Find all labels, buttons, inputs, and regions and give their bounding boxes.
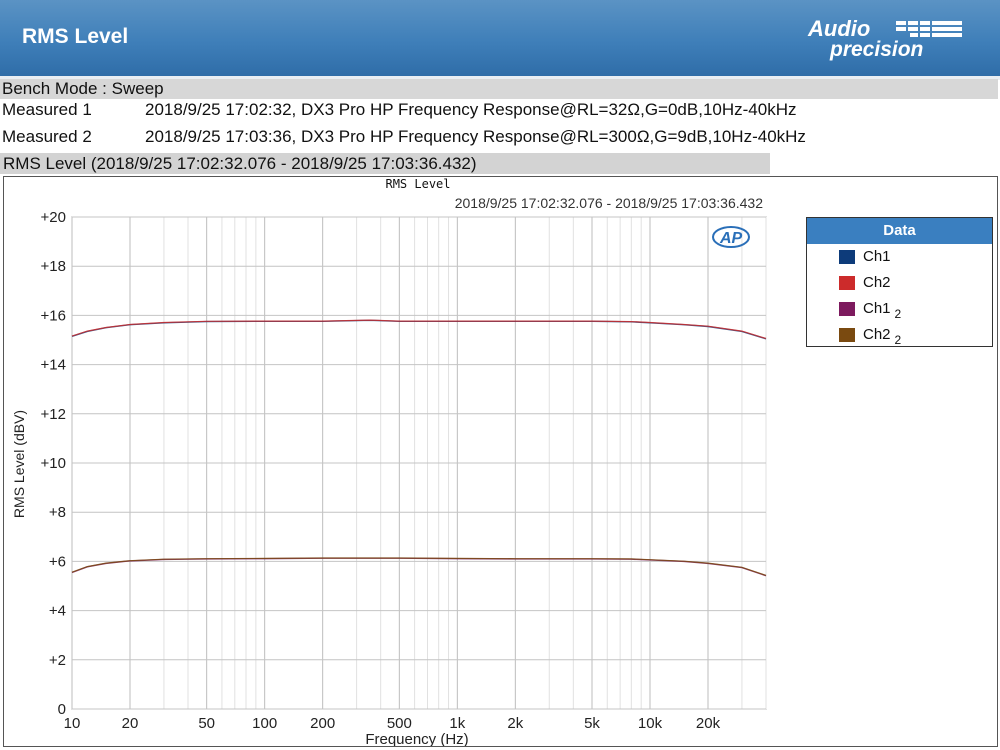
x-tick-label: 500 (387, 715, 412, 732)
legend-title: Data (807, 218, 992, 244)
legend: Data Ch1 Ch2 Ch1 2 Ch2 2 (806, 217, 993, 347)
chart-title: RMS Level (385, 177, 450, 191)
y-tick-label: +20 (41, 209, 66, 226)
legend-label: Ch1 (863, 300, 891, 317)
logo-bars-icon (896, 21, 962, 37)
measured-label: Measured 1 (2, 100, 92, 119)
y-tick-label: +16 (41, 307, 66, 324)
y-tick-label: +14 (41, 357, 66, 374)
logo-text-precision: precision (829, 38, 923, 61)
y-tick-label: +18 (41, 258, 66, 275)
y-tick-label: +4 (49, 603, 66, 620)
legend-label: Ch2 (863, 274, 891, 291)
y-tick-label: +10 (41, 455, 66, 472)
x-tick-label: 1k (449, 715, 465, 732)
y-tick-label: +8 (49, 504, 66, 521)
measured-label: Measured 2 (2, 127, 92, 146)
x-tick-label: 2k (507, 715, 523, 732)
measured-row-1: Measured 1 2018/9/25 17:02:32, DX3 Pro HP… (2, 100, 796, 120)
x-axis-label: Frequency (Hz) (365, 731, 468, 746)
legend-swatch (839, 276, 855, 291)
x-tick-label: 200 (310, 715, 335, 732)
legend-item-ch1[interactable]: Ch1 (839, 248, 895, 266)
grid (71, 216, 767, 710)
chart-subtitle: 2018/9/25 17:02:32.076 - 2018/9/25 17:03… (455, 195, 763, 211)
legend-item-ch2-2[interactable]: Ch2 2 (839, 326, 902, 347)
x-tick-label: 10k (638, 715, 663, 732)
x-tick-label: 20 (122, 715, 139, 732)
legend-subscript: 2 (894, 333, 902, 347)
legend-item-ch1-2[interactable]: Ch1 2 (839, 300, 902, 321)
legend-label: Ch2 (863, 326, 891, 343)
legend-label: Ch1 (863, 248, 891, 265)
page-title: RMS Level (22, 25, 129, 48)
svg-text:AP: AP (719, 230, 743, 247)
header-bar: RMS Level Audio precision (0, 0, 1000, 76)
measured-text: 2018/9/25 17:02:32, DX3 Pro HP Frequency… (145, 100, 797, 119)
section-title: RMS Level (2018/9/25 17:02:32.076 - 2018… (0, 153, 770, 174)
x-tick-label: 100 (252, 715, 277, 732)
measured-row-2: Measured 2 2018/9/25 17:03:36, DX3 Pro HP… (2, 127, 806, 147)
x-tick-label: 10 (64, 715, 81, 732)
bench-mode-label: Bench Mode : Sweep (0, 79, 998, 99)
legend-item-ch2[interactable]: Ch2 (839, 274, 895, 292)
y-tick-label: +6 (49, 553, 66, 570)
legend-swatch (839, 250, 855, 265)
x-tick-label: 50 (198, 715, 215, 732)
audio-precision-logo: Audio precision (807, 16, 962, 61)
x-tick-label: 20k (696, 715, 721, 732)
x-tick-label: 5k (584, 715, 600, 732)
y-tick-label: +12 (41, 406, 66, 423)
legend-swatch (839, 302, 855, 317)
legend-swatch (839, 328, 855, 343)
measured-text: 2018/9/25 17:03:36, DX3 Pro HP Frequency… (145, 127, 806, 146)
y-axis-label: RMS Level (dBV) (11, 410, 27, 518)
legend-subscript: 2 (894, 307, 902, 321)
y-tick-label: +2 (49, 652, 66, 669)
